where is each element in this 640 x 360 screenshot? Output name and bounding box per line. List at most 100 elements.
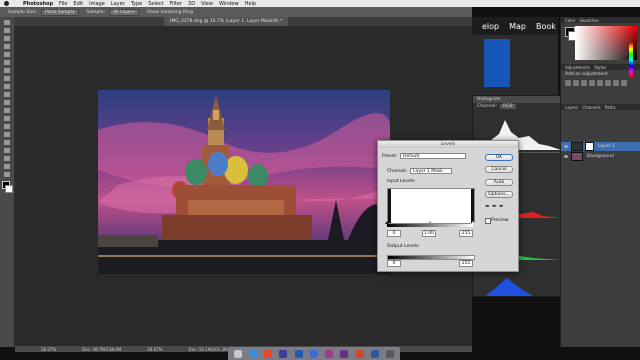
ok-button[interactable]: OK xyxy=(485,154,513,161)
pen-tool-icon[interactable] xyxy=(4,132,10,137)
menu-view[interactable]: View xyxy=(201,1,213,7)
illustrator-icon[interactable] xyxy=(355,349,364,358)
quick-select-tool-icon[interactable] xyxy=(4,44,10,49)
premiere-icon[interactable] xyxy=(340,349,349,358)
photoshop-icon[interactable] xyxy=(294,349,303,358)
options-button[interactable]: Options... xyxy=(485,191,513,198)
finder-icon[interactable] xyxy=(233,349,242,358)
crop-tool-icon[interactable] xyxy=(4,52,10,57)
tab-paths[interactable]: Paths xyxy=(605,105,616,110)
safari-icon[interactable] xyxy=(248,349,257,358)
color-swatches[interactable] xyxy=(0,181,14,195)
eye-icon[interactable] xyxy=(564,145,568,148)
histogram-channel-select[interactable]: RGB xyxy=(500,104,516,109)
chrome-icon[interactable] xyxy=(264,349,273,358)
cancel-button[interactable]: Cancel xyxy=(485,166,513,173)
curves-icon[interactable] xyxy=(581,80,587,86)
sample-select[interactable]: All Layers xyxy=(108,8,139,16)
input-gamma-slider[interactable] xyxy=(428,221,432,224)
document-tab[interactable]: IMG_0379.dng @ 16.7% (Layer 1, Layer Mas… xyxy=(164,17,289,26)
nav-develop[interactable]: elop xyxy=(482,22,499,31)
lasso-tool-icon[interactable] xyxy=(4,36,10,41)
brush-tool-icon[interactable] xyxy=(4,76,10,81)
tab-color[interactable]: Color xyxy=(565,18,575,23)
layer-mask-thumbnail[interactable] xyxy=(585,142,594,151)
right-panels: Color Swatches Adjustments Styles Add an… xyxy=(560,17,640,347)
tab-layers[interactable]: Layers xyxy=(565,105,578,110)
preset-select[interactable]: Default xyxy=(400,153,466,159)
output-white-field[interactable]: 255 xyxy=(459,260,473,267)
menu-select[interactable]: Select xyxy=(148,1,163,7)
menu-filter[interactable]: Filter xyxy=(170,1,182,7)
histogram-title[interactable]: Histogram xyxy=(477,97,500,102)
tab-adjustments[interactable]: Adjustments xyxy=(565,65,590,70)
menu-image[interactable]: Image xyxy=(89,1,105,7)
black-eyedropper-icon[interactable]: ✒ xyxy=(485,203,490,210)
nav-map[interactable]: Map xyxy=(509,22,526,31)
gray-eyedropper-icon[interactable]: ✒ xyxy=(492,203,497,210)
input-gamma-field[interactable]: 1.00 xyxy=(422,230,436,237)
stamp-tool-icon[interactable] xyxy=(4,84,10,89)
input-black-slider[interactable] xyxy=(385,221,389,224)
auto-button[interactable]: Auto xyxy=(485,179,513,186)
layer-row-1[interactable]: Layer 1 xyxy=(561,142,640,151)
menu-window[interactable]: Window xyxy=(219,1,239,7)
zoom-tool-icon[interactable] xyxy=(4,172,10,177)
tab-styles[interactable]: Styles xyxy=(594,65,606,70)
type-tool-icon[interactable] xyxy=(4,140,10,145)
hand-tool-icon[interactable] xyxy=(4,164,10,169)
color-picker-field[interactable] xyxy=(575,26,637,60)
input-white-slider[interactable] xyxy=(471,221,475,224)
app-name[interactable]: Photoshop xyxy=(23,1,53,7)
lightroom-icon[interactable] xyxy=(309,349,318,358)
gradient-tool-icon[interactable] xyxy=(4,108,10,113)
brightness-icon[interactable] xyxy=(565,80,571,86)
exposure-icon[interactable] xyxy=(589,80,595,86)
indesign-icon[interactable] xyxy=(325,349,334,358)
tab-swatches[interactable]: Swatches xyxy=(579,18,598,23)
show-sampling-ring-checkbox[interactable]: Show Sampling Ring xyxy=(147,10,193,15)
channel-select[interactable]: Layer 1 Mask xyxy=(410,168,452,174)
move-tool-icon[interactable] xyxy=(4,20,10,25)
hue-sat-icon[interactable] xyxy=(605,80,611,86)
color-balance-icon[interactable] xyxy=(613,80,619,86)
doc-size-readout[interactable]: Doc: 48.7M/138.6M xyxy=(82,347,121,352)
history-brush-tool-icon[interactable] xyxy=(4,92,10,97)
path-select-tool-icon[interactable] xyxy=(4,148,10,153)
app-icon[interactable] xyxy=(371,349,380,358)
zoom-readout[interactable]: 16.67% xyxy=(41,347,56,352)
input-black-field[interactable]: 0 xyxy=(387,230,401,237)
eraser-tool-icon[interactable] xyxy=(4,100,10,105)
dodge-tool-icon[interactable] xyxy=(4,124,10,129)
menu-file[interactable]: File xyxy=(59,1,67,7)
menu-type[interactable]: Type xyxy=(131,1,142,7)
sample-size-select[interactable]: Point Sample xyxy=(41,8,79,16)
background-color[interactable] xyxy=(5,185,13,193)
bridge-icon[interactable] xyxy=(279,349,288,358)
trash-icon[interactable] xyxy=(386,349,395,358)
menu-edit[interactable]: Edit xyxy=(73,1,83,7)
menu-3d[interactable]: 3D xyxy=(188,1,195,7)
layer-row-background[interactable]: Background xyxy=(561,152,640,161)
eye-icon[interactable] xyxy=(564,155,568,158)
bw-icon[interactable] xyxy=(621,80,627,86)
nav-book[interactable]: Book xyxy=(536,22,556,31)
shape-tool-icon[interactable] xyxy=(4,156,10,161)
eyedropper-icons: ✒ ✒ ✒ xyxy=(485,203,504,210)
levels-title: Levels xyxy=(378,141,518,148)
menu-help[interactable]: Help xyxy=(245,1,256,7)
marquee-tool-icon[interactable] xyxy=(4,28,10,33)
hue-slider[interactable] xyxy=(629,43,633,77)
eyedropper-tool-icon[interactable] xyxy=(4,60,10,65)
output-black-field[interactable]: 0 xyxy=(387,260,401,267)
document-image[interactable] xyxy=(98,90,390,274)
healing-tool-icon[interactable] xyxy=(4,68,10,73)
tab-channels[interactable]: Channels xyxy=(582,105,601,110)
apple-icon[interactable] xyxy=(4,1,9,6)
input-white-field[interactable]: 255 xyxy=(459,230,473,237)
levels-icon[interactable] xyxy=(573,80,579,86)
blur-tool-icon[interactable] xyxy=(4,116,10,121)
menu-layer[interactable]: Layer xyxy=(111,1,125,7)
vibrance-icon[interactable] xyxy=(597,80,603,86)
white-eyedropper-icon[interactable]: ✒ xyxy=(499,203,504,210)
